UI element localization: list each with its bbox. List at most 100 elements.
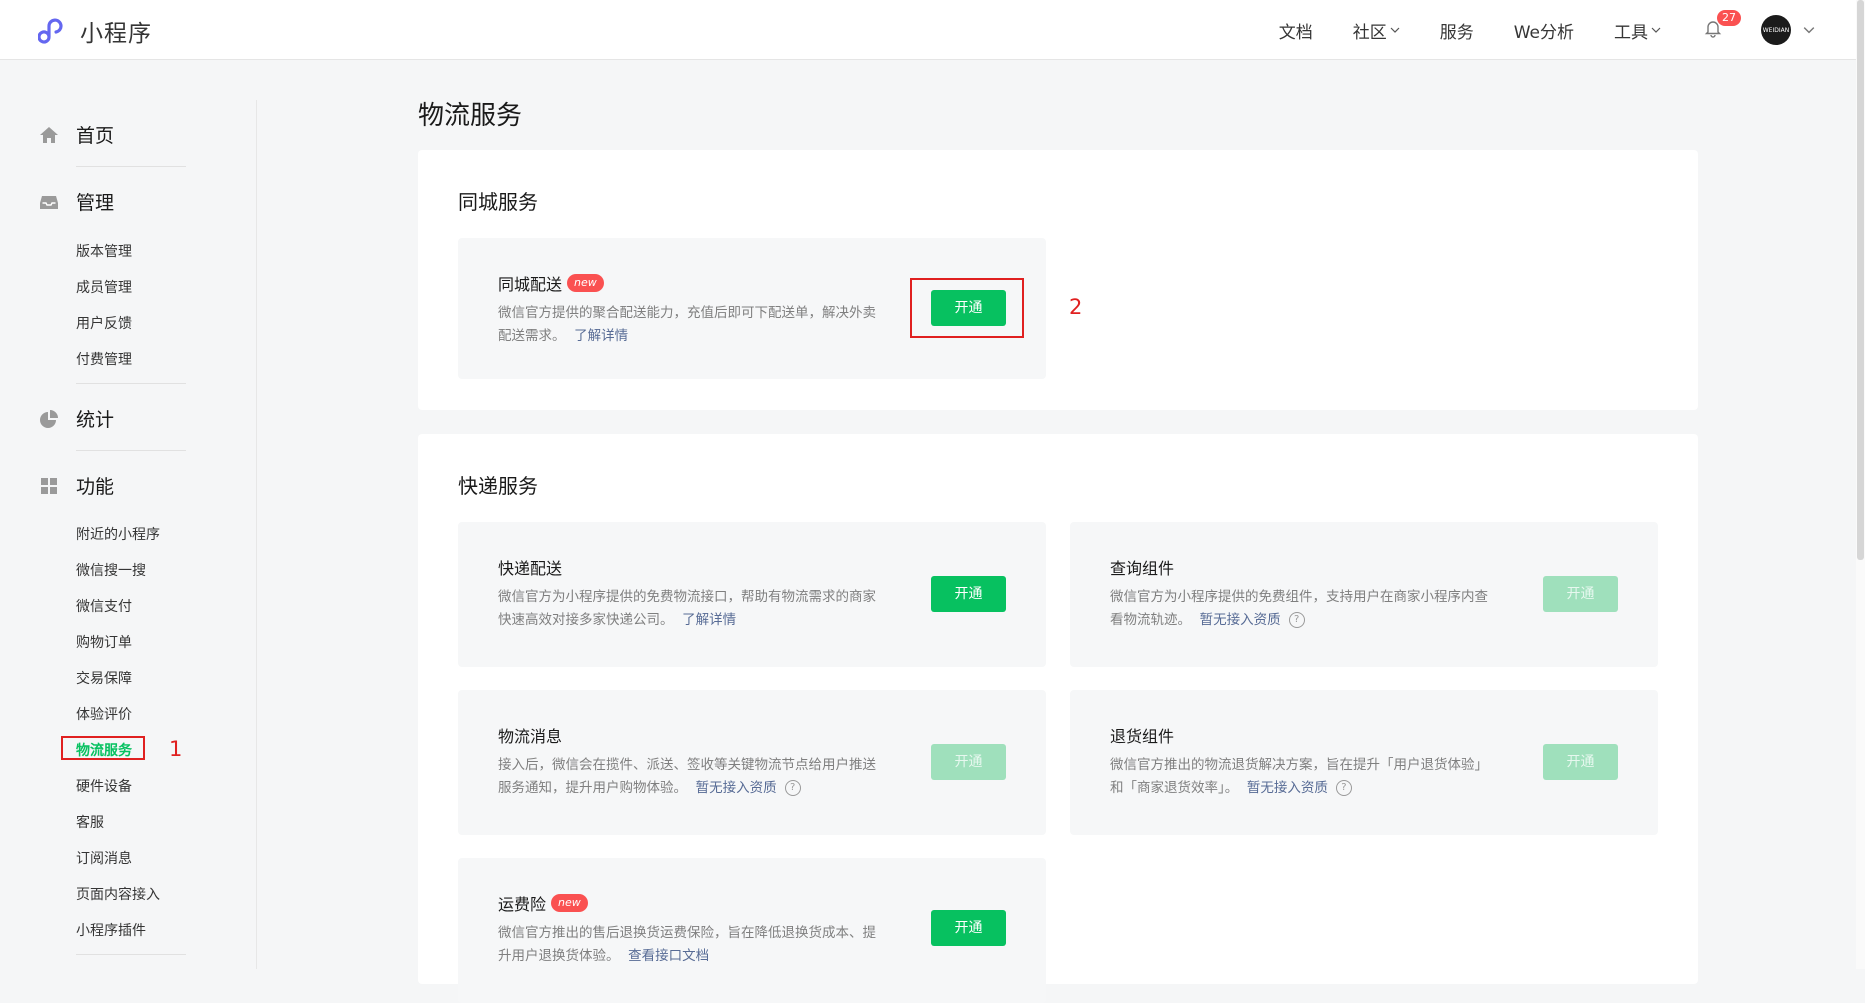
nav-we-analytics[interactable]: We分析 [1514, 18, 1574, 43]
sidebar-item-nearby-miniprogram[interactable]: 附近的小程序 [76, 524, 160, 544]
no-qualification-link[interactable]: 暂无接入资质 [696, 780, 777, 796]
service-card-logistics-message: 物流消息 接入后，微信会在揽件、派送、签收等关键物流节点给用户推送服务通知，提升… [458, 690, 1046, 835]
card-title: 物流消息 [498, 723, 562, 747]
sidebar-item-wechat-pay[interactable]: 微信支付 [76, 596, 132, 616]
highlight-box-1 [61, 736, 145, 760]
card-title: 快递配送 [498, 555, 562, 579]
top-nav: 文档 社区 服务 We分析 工具 27 WEIDIAN [1239, 0, 1815, 60]
card-description: 微信官方推出的物流退货解决方案，旨在提升「用户退货体验」和「商家退货效率」。 暂… [1110, 754, 1490, 800]
activate-button-disabled[interactable]: 开通 [1543, 576, 1618, 612]
annotation-marker-1: 1 [169, 737, 183, 761]
card-description: 微信官方为小程序提供的免费组件，支持用户在商家小程序内查看物流轨迹。 暂无接入资… [1110, 586, 1490, 632]
divider [76, 450, 186, 451]
sidebar-item-payment-management[interactable]: 付费管理 [76, 349, 132, 369]
pie-chart-icon [38, 408, 60, 430]
highlight-box-2 [910, 278, 1024, 338]
card-description: 微信官方推出的售后退换货运费保险，旨在降低退换货成本、提升用户退换货体验。 查看… [498, 922, 878, 968]
avatar[interactable]: WEIDIAN [1761, 15, 1791, 45]
intra-city-panel: 同城服务 同城配送 new 微信官方提供的聚合配送能力，充值后即可下配送单，解决外… [418, 150, 1698, 410]
sidebar-item-label: 功能 [76, 476, 115, 498]
card-title: 退货组件 [1110, 723, 1174, 747]
nav-services[interactable]: 服务 [1440, 18, 1474, 43]
card-description-text: 接入后，微信会在揽件、派送、签收等关键物流节点给用户推送服务通知，提升用户购物体… [498, 757, 876, 796]
annotation-marker-2: 2 [1069, 295, 1083, 319]
nav-tools-label: 工具 [1614, 22, 1648, 43]
home-icon [38, 124, 60, 146]
sidebar-divider [256, 100, 257, 969]
sidebar-item-transaction-guarantee[interactable]: 交易保障 [76, 668, 132, 688]
express-panel: 快递服务 快递配送 微信官方为小程序提供的免费物流接口，帮助有物流需求的商家快速… [418, 434, 1698, 1003]
sidebar-item-label: 统计 [76, 409, 115, 431]
view-api-docs-link[interactable]: 查看接口文档 [628, 948, 709, 964]
chevron-down-icon [1651, 27, 1661, 33]
scrollbar-thumb[interactable] [1857, 0, 1864, 560]
top-bar: 小程序 文档 社区 服务 We分析 工具 27 WEIDIAN [0, 0, 1865, 60]
card-title-text: 查询组件 [1110, 559, 1175, 578]
service-card-shipping-insurance: 运费险 new 微信官方推出的售后退换货运费保险，旨在降低退换货成本、提升用户退换… [458, 858, 1046, 1003]
sidebar-item-subscription-messages[interactable]: 订阅消息 [76, 848, 132, 868]
no-qualification-link[interactable]: 暂无接入资质 [1200, 612, 1281, 628]
sidebar-item-customer-service[interactable]: 客服 [76, 812, 104, 832]
new-badge: new [551, 894, 588, 912]
notifications-button[interactable]: 27 [1703, 10, 1741, 42]
learn-more-link[interactable]: 了解详情 [574, 328, 628, 344]
card-title-text: 同城配送 [498, 275, 563, 294]
divider [76, 383, 186, 384]
app-title: 小程序 [80, 21, 152, 47]
grid-icon [38, 475, 60, 497]
service-card-return-component: 退货组件 微信官方推出的物流退货解决方案，旨在提升「用户退货体验」和「商家退货效… [1070, 690, 1658, 835]
divider [76, 166, 186, 167]
service-card-express-delivery: 快递配送 微信官方为小程序提供的免费物流接口，帮助有物流需求的商家快速高效对接多… [458, 522, 1046, 667]
inbox-icon [38, 191, 60, 213]
card-title-text: 退货组件 [1110, 727, 1175, 746]
scrollbar[interactable] [1856, 0, 1865, 969]
sidebar-item-wechat-search[interactable]: 微信搜一搜 [76, 560, 146, 580]
chevron-down-icon [1390, 27, 1400, 33]
card-title: 查询组件 [1110, 555, 1174, 579]
nav-community[interactable]: 社区 [1353, 18, 1400, 43]
sidebar-item-statistics[interactable]: 统计 [38, 405, 114, 432]
activate-button-disabled[interactable]: 开通 [931, 744, 1006, 780]
learn-more-link[interactable]: 了解详情 [682, 612, 736, 628]
new-badge: new [567, 274, 604, 292]
help-icon[interactable]: ? [784, 780, 801, 796]
sidebar-item-label: 管理 [76, 192, 115, 214]
nav-community-label: 社区 [1352, 22, 1387, 43]
section-title: 同城服务 [458, 190, 538, 214]
sidebar-item-user-feedback[interactable]: 用户反馈 [76, 313, 132, 333]
divider [76, 954, 186, 955]
nav-tools[interactable]: 工具 [1614, 18, 1661, 43]
sidebar-item-hardware-devices[interactable]: 硬件设备 [76, 776, 132, 796]
sidebar-item-version-management[interactable]: 版本管理 [76, 241, 132, 261]
help-icon[interactable]: ? [1288, 612, 1305, 628]
card-title: 同城配送 new [498, 271, 604, 295]
card-title: 运费险 new [498, 891, 588, 915]
sidebar-item-home[interactable]: 首页 [38, 121, 114, 148]
card-description: 接入后，微信会在揽件、派送、签收等关键物流节点给用户推送服务通知，提升用户购物体… [498, 754, 878, 800]
sidebar-item-member-management[interactable]: 成员管理 [76, 277, 132, 297]
card-title-text: 物流消息 [498, 727, 563, 746]
activate-button-disabled[interactable]: 开通 [1543, 744, 1618, 780]
miniprogram-logo-icon [38, 18, 63, 44]
sidebar-item-shopping-orders[interactable]: 购物订单 [76, 632, 132, 652]
activate-button[interactable]: 开通 [931, 576, 1006, 612]
help-icon[interactable]: ? [1335, 780, 1352, 796]
nav-docs[interactable]: 文档 [1279, 18, 1313, 43]
notification-count-badge: 27 [1717, 10, 1741, 26]
sidebar-item-miniprogram-plugins[interactable]: 小程序插件 [76, 920, 146, 940]
page-title: 物流服务 [418, 101, 523, 131]
logo[interactable]: 小程序 [38, 14, 152, 48]
sidebar-item-experience-rating[interactable]: 体验评价 [76, 704, 132, 724]
service-card-tracking-component: 查询组件 微信官方为小程序提供的免费组件，支持用户在商家小程序内查看物流轨迹。 … [1070, 522, 1658, 667]
chevron-down-icon[interactable] [1803, 24, 1815, 36]
no-qualification-link[interactable]: 暂无接入资质 [1247, 780, 1328, 796]
sidebar-item-features[interactable]: 功能 [38, 472, 114, 499]
activate-button[interactable]: 开通 [931, 910, 1006, 946]
card-title-text: 快递配送 [498, 559, 563, 578]
sidebar-item-label: 首页 [76, 125, 115, 147]
sidebar-item-page-content-access[interactable]: 页面内容接入 [76, 884, 160, 904]
sidebar-item-manage[interactable]: 管理 [38, 188, 114, 215]
card-description: 微信官方提供的聚合配送能力，充值后即可下配送单，解决外卖配送需求。 了解详情 [498, 302, 878, 348]
section-title: 快递服务 [458, 474, 538, 498]
card-title-text: 运费险 [498, 895, 547, 914]
